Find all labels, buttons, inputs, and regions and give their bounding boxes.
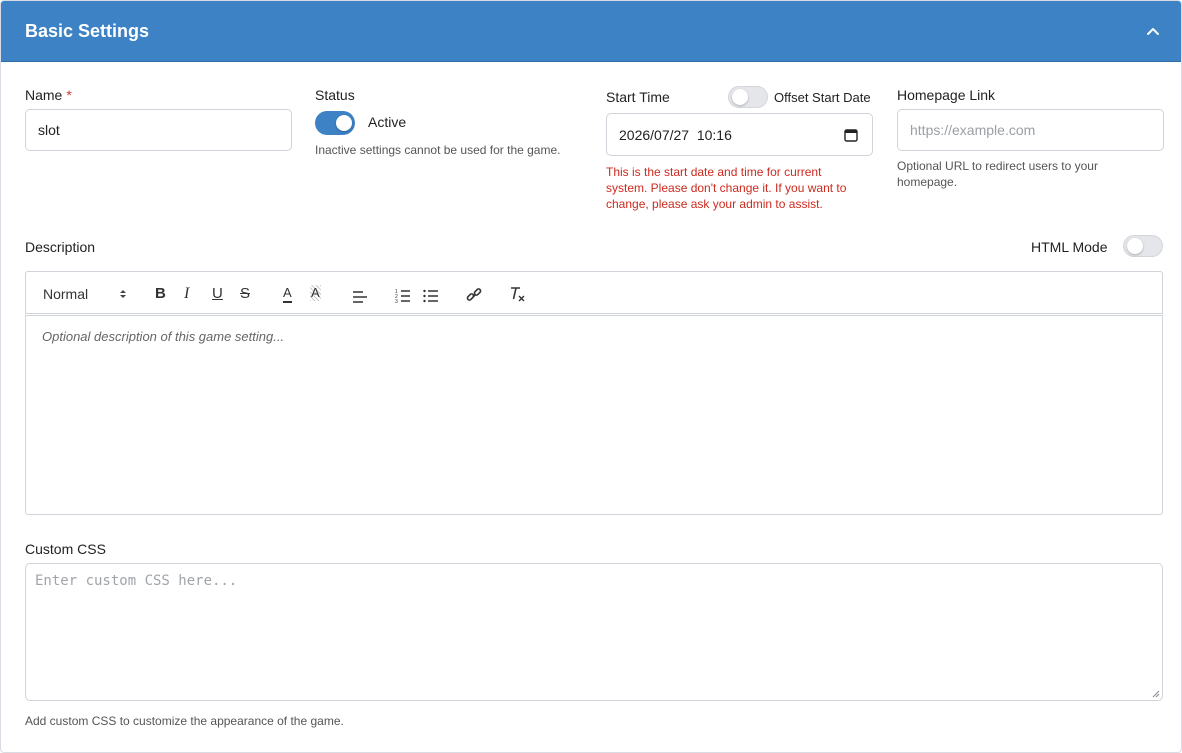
strike-button[interactable]: S (240, 284, 250, 304)
custom-css-help: Add custom CSS to customize the appearan… (25, 714, 344, 728)
offset-start-date-label: Offset Start Date (774, 90, 871, 105)
name-input-value: slot (38, 122, 60, 138)
status-toggle-knob (336, 115, 352, 131)
start-time-warning-1: This is the start date and time for curr… (606, 165, 822, 179)
align-left-icon[interactable] (352, 287, 368, 307)
status-label: Status (315, 87, 355, 103)
html-mode-toggle-knob (1127, 238, 1143, 254)
start-time-value: 2026/07/27 10:16 (619, 126, 732, 143)
ordered-list-icon[interactable]: 123 (395, 286, 411, 306)
status-toggle-label: Active (368, 114, 407, 130)
homepage-link-label: Homepage Link (897, 87, 996, 103)
underline-button[interactable]: U (212, 284, 223, 304)
description-editor[interactable]: Optional description of this game settin… (25, 315, 1163, 515)
link-icon[interactable] (466, 286, 482, 306)
name-input[interactable]: slot (25, 109, 292, 151)
offset-toggle-knob (732, 89, 748, 105)
html-mode-toggle[interactable] (1123, 235, 1163, 257)
homepage-link-input[interactable]: https://example.com (897, 109, 1164, 151)
description-label: Description (25, 239, 96, 255)
homepage-link-placeholder: https://example.com (910, 122, 1036, 138)
start-time-label: Start Time (606, 89, 670, 105)
name-label: Name * (25, 87, 72, 103)
start-time-warning-3: change, please ask your admin to assist. (606, 197, 823, 211)
svg-text:3: 3 (395, 299, 398, 305)
bold-button[interactable]: B (155, 284, 166, 304)
basic-settings-panel: Basic Settings Name * slot Status Active … (0, 0, 1182, 753)
panel-header[interactable]: Basic Settings (1, 1, 1181, 62)
custom-css-label: Custom CSS (25, 541, 106, 557)
font-color-button[interactable]: A (283, 285, 292, 303)
required-mark: * (66, 87, 72, 103)
homepage-help-2: homepage. (897, 175, 958, 189)
offset-start-date-toggle[interactable] (728, 86, 768, 108)
resize-handle-icon[interactable] (1152, 690, 1160, 698)
bullet-list-icon[interactable] (423, 286, 439, 306)
select-arrows-icon (120, 290, 126, 298)
italic-button[interactable]: I (184, 284, 189, 304)
calendar-icon[interactable] (844, 128, 858, 142)
html-mode-label: HTML Mode (1031, 239, 1108, 255)
background-color-button[interactable]: A (310, 285, 321, 301)
clear-format-icon[interactable] (509, 285, 525, 305)
status-help: Inactive settings cannot be used for the… (315, 143, 561, 157)
chevron-up-icon[interactable] (1143, 21, 1163, 41)
editor-toolbar: Normal B I U S A A 123 (25, 271, 1163, 314)
start-time-warning-2: system. Please don't change it. If you w… (606, 181, 847, 195)
panel-title: Basic Settings (25, 21, 150, 41)
format-select[interactable]: Normal (43, 284, 126, 304)
description-placeholder: Optional description of this game settin… (42, 329, 285, 344)
homepage-help-1: Optional URL to redirect users to your (897, 159, 1098, 173)
start-time-input[interactable]: 2026/07/27 10:16 (606, 113, 873, 156)
status-toggle[interactable] (315, 111, 355, 135)
custom-css-textarea[interactable]: Enter custom CSS here... (25, 563, 1163, 701)
custom-css-placeholder: Enter custom CSS here... (35, 573, 238, 589)
